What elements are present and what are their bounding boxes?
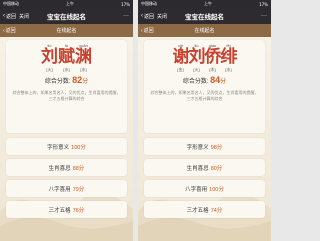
bar-value: 88分 xyxy=(72,165,85,172)
sub-navbar: ‹ 返回 在线起名 xyxy=(0,24,133,37)
bar-label: 三才五格 xyxy=(48,207,71,214)
back-button[interactable]: ‹ 返回 xyxy=(3,13,16,20)
score-label: 综合分数: xyxy=(44,79,71,85)
score-line: 综合分数: 82分 xyxy=(6,75,127,85)
name-char: 谢 xyxy=(172,47,190,67)
score-value: 82 xyxy=(72,75,83,85)
score-bar[interactable]: 三才五格 76分 xyxy=(6,201,127,218)
element-tag: [金] xyxy=(177,67,184,72)
bar-label: 三才五格 xyxy=(186,207,209,214)
status-bar: 中国移动 上午 17% xyxy=(138,0,271,8)
bar-label: 生肖喜忌 xyxy=(186,165,209,172)
app-navbar: ‹ 返回 关闭 宝宝在线起名 ··· xyxy=(138,8,271,24)
bar-value: 74分 xyxy=(210,207,223,214)
battery-label: 17% xyxy=(259,1,268,7)
more-icon[interactable]: ··· xyxy=(261,13,267,19)
score-bar[interactable]: 八字喜用 100分 xyxy=(144,180,265,197)
element-tag: [火] xyxy=(193,67,200,72)
score-label: 综合分数: xyxy=(182,79,209,85)
bar-value: 79分 xyxy=(72,186,85,193)
element-tag: [木] xyxy=(209,67,216,72)
bar-value: 98分 xyxy=(210,144,223,151)
name-char: 侨 xyxy=(204,47,222,67)
name-chars: 谢 刘 侨 绯 xyxy=(144,48,265,66)
phone-screen-right: 中国移动 上午 17% ‹ 返回 关闭 宝宝在线起名 ··· ‹ 返回 在线起名 x… xyxy=(138,0,271,241)
score-unit: 分 xyxy=(220,79,227,85)
carrier-label: 中国移动 xyxy=(3,1,19,6)
name-char: 赋 xyxy=(58,47,75,67)
carrier-label: 中国移动 xyxy=(141,1,157,6)
status-bar: 中国移动 上午 17% xyxy=(0,0,133,8)
score-bar[interactable]: 三才五格 74分 xyxy=(144,201,265,218)
bar-label: 字形意义 xyxy=(186,144,209,151)
bar-label: 八字喜用 xyxy=(48,186,71,193)
time-label: 上午 xyxy=(204,1,213,6)
bar-value: 76分 xyxy=(72,207,85,214)
bar-value: 80分 xyxy=(210,165,223,172)
return-button[interactable]: ‹ 返回 xyxy=(141,27,154,35)
name-chars: 刘 赋 渊 xyxy=(6,48,127,66)
score-unit: 分 xyxy=(82,79,89,85)
sub-title: 在线起名 xyxy=(194,28,215,34)
close-button[interactable]: 关闭 xyxy=(19,13,29,20)
chevron-left-icon: ‹ xyxy=(141,13,143,19)
score-bars: 字形意义 100分 生肖喜忌 88分 八字喜用 79分 三才五格 76分 xyxy=(6,138,127,222)
content-area: liú fù yuān 刘 赋 渊 [火] [水] [水] 综合分数: 82分 … xyxy=(0,37,133,241)
element-tag: [水] xyxy=(63,67,70,72)
score-description: 综合整体上的，如果名用名人，又的优点，生肖喜用的提醒，三才五格计算的综合 xyxy=(150,90,259,101)
name-card: xiè liú qiáo fēi 谢 刘 侨 绯 [金] [火] [木] [水]… xyxy=(144,40,265,133)
bar-value: 100分 xyxy=(209,186,224,193)
battery-label: 17% xyxy=(121,1,130,7)
score-bar[interactable]: 八字喜用 79分 xyxy=(6,180,127,197)
name-char: 刘 xyxy=(188,47,206,67)
score-bar[interactable]: 字形意义 98分 xyxy=(144,138,265,155)
score-description: 综合整体上的，如果名用名人，又的优点，生肖喜用的提醒，三才五格计算的综合 xyxy=(12,90,121,101)
return-button[interactable]: ‹ 返回 xyxy=(3,27,16,35)
bar-value: 100分 xyxy=(71,144,86,151)
element-tag: [水] xyxy=(225,67,232,72)
bar-label: 八字喜用 xyxy=(185,186,208,193)
element-row: [金] [火] [木] [水] xyxy=(144,67,265,73)
score-bar[interactable]: 字形意义 100分 xyxy=(6,138,127,155)
element-row: [火] [水] [水] xyxy=(6,67,127,73)
name-char: 渊 xyxy=(75,47,92,67)
bar-label: 字形意义 xyxy=(47,144,70,151)
close-button[interactable]: 关闭 xyxy=(157,13,167,20)
time-label: 上午 xyxy=(66,1,75,6)
bar-label: 生肖喜忌 xyxy=(48,165,71,172)
element-tag: [火] xyxy=(46,67,53,72)
back-button[interactable]: ‹ 返回 xyxy=(141,13,154,20)
score-bars: 字形意义 98分 生肖喜忌 80分 八字喜用 100分 三才五格 74分 xyxy=(144,138,265,222)
phone-screen-left: 中国移动 上午 17% ‹ 返回 关闭 宝宝在线起名 ··· ‹ 返回 在线起名 l… xyxy=(0,0,133,241)
score-value: 84 xyxy=(210,75,221,85)
score-line: 综合分数: 84分 xyxy=(144,75,265,85)
more-icon[interactable]: ··· xyxy=(123,13,129,19)
score-bar[interactable]: 生肖喜忌 88分 xyxy=(6,159,127,176)
name-char: 绯 xyxy=(220,47,238,67)
name-card: liú fù yuān 刘 赋 渊 [火] [水] [水] 综合分数: 82分 … xyxy=(6,40,127,133)
sub-title: 在线起名 xyxy=(56,28,77,34)
element-tag: [水] xyxy=(80,67,87,72)
name-char: 刘 xyxy=(41,47,58,67)
content-area: xiè liú qiáo fēi 谢 刘 侨 绯 [金] [火] [木] [水]… xyxy=(138,37,271,241)
chevron-left-icon: ‹ xyxy=(141,27,143,34)
app-navbar: ‹ 返回 关闭 宝宝在线起名 ··· xyxy=(0,8,133,24)
sub-navbar: ‹ 返回 在线起名 xyxy=(138,24,271,37)
chevron-left-icon: ‹ xyxy=(3,27,5,34)
score-bar[interactable]: 生肖喜忌 80分 xyxy=(144,159,265,176)
chevron-left-icon: ‹ xyxy=(3,13,5,19)
